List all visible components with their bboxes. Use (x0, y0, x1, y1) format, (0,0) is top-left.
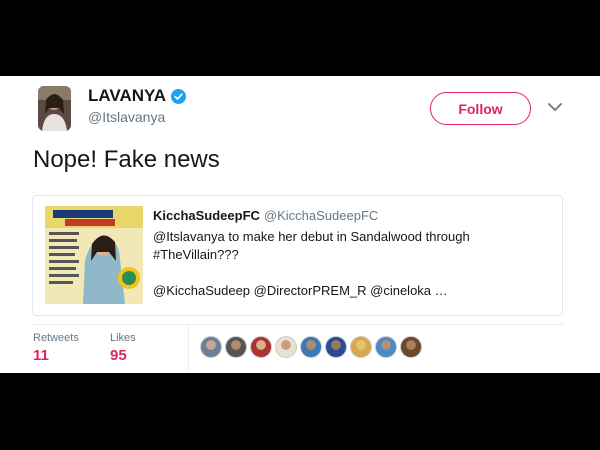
quoted-text-line-3: @KicchaSudeep @DirectorPREM_R @cineloka … (153, 283, 448, 298)
retweets-label: Retweets (33, 332, 79, 344)
quoted-tweet[interactable]: KicchaSudeepFC @KicchaSudeepFC @Itslavany… (32, 195, 563, 316)
liker-avatar[interactable] (250, 336, 272, 358)
liker-avatar[interactable] (325, 336, 347, 358)
tweet-card: LAVANYA @Itslavanya Follow Nope! Fake ne… (0, 76, 600, 373)
verified-badge-icon (171, 88, 187, 104)
quoted-text-line-2: #TheVillain??? (153, 247, 239, 262)
author-handle[interactable]: @Itslavanya (88, 109, 165, 125)
quoted-text-line-1: @Itslavanya to make her debut in Sandalw… (153, 229, 470, 244)
liker-avatar[interactable] (400, 336, 422, 358)
stats-divider (32, 324, 563, 325)
liker-avatar[interactable] (275, 336, 297, 358)
quoted-tweet-image (45, 206, 143, 304)
likes-stat[interactable]: Likes 95 (110, 332, 136, 364)
quoted-author-name[interactable]: KicchaSudeepFC (153, 208, 260, 223)
liker-avatar[interactable] (225, 336, 247, 358)
follow-button[interactable]: Follow (430, 92, 531, 125)
quoted-author-handle[interactable]: @KicchaSudeepFC (264, 208, 378, 223)
stats-vertical-divider (188, 326, 189, 370)
quoted-author[interactable]: KicchaSudeepFC @KicchaSudeepFC (153, 208, 378, 223)
liker-avatar[interactable] (375, 336, 397, 358)
author-avatar[interactable] (38, 86, 71, 131)
author-name[interactable]: LAVANYA (88, 86, 166, 106)
likes-label: Likes (110, 332, 136, 344)
liker-avatar[interactable] (200, 336, 222, 358)
chevron-down-icon[interactable] (548, 102, 562, 112)
author-name-row[interactable]: LAVANYA (88, 86, 187, 106)
tweet-text: Nope! Fake news (33, 146, 220, 173)
liker-avatar[interactable] (300, 336, 322, 358)
retweets-count: 11 (33, 347, 49, 364)
liker-avatars (200, 336, 422, 358)
liker-avatar[interactable] (350, 336, 372, 358)
retweets-stat[interactable]: Retweets 11 (33, 332, 79, 364)
likes-count: 95 (110, 347, 127, 364)
